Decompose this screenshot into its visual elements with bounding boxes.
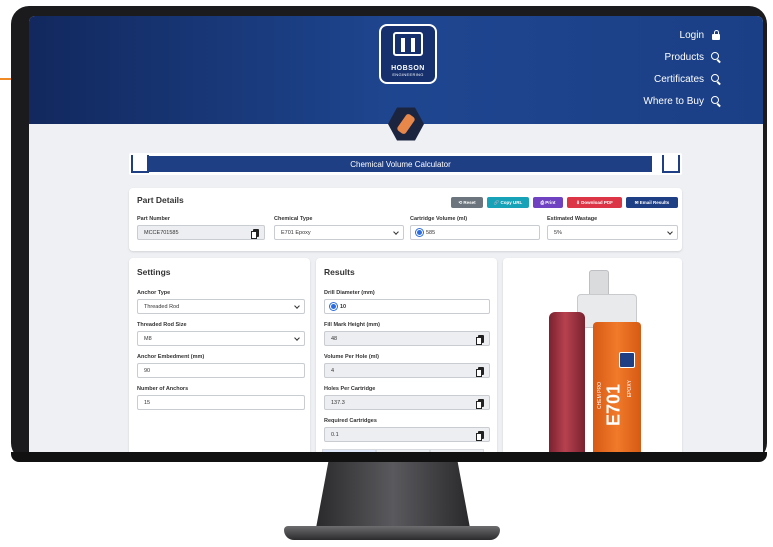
wastage-label: Estimated Wastage (547, 216, 598, 222)
part-number-field[interactable]: MCCE701585 (137, 225, 265, 240)
anchors-label: Number of Anchors (137, 386, 189, 392)
calculator-title: Chemical Volume Calculator (149, 156, 652, 172)
lock-icon (711, 30, 721, 40)
nav-certificates[interactable]: Certificates (654, 72, 721, 86)
search-icon (711, 96, 721, 107)
download-pdf-button[interactable]: ⬇ Download PDF (567, 197, 622, 208)
fill-height-label: Fill Mark Height (mm) (324, 322, 380, 328)
chevron-down-icon (294, 335, 300, 341)
results-card: Results Drill Diameter (mm) 10 Fill Mark… (316, 258, 497, 459)
copy-url-button[interactable]: 🔗 Copy URL (487, 197, 529, 208)
anchors-input[interactable]: 15 (137, 395, 305, 410)
cartridge-volume-label: Cartridge Volume (ml) (410, 216, 468, 222)
chemical-type-label: Chemical Type (274, 216, 313, 222)
copy-icon[interactable] (476, 335, 484, 345)
rod-size-value: M8 (144, 335, 152, 342)
monitor-stand-base (284, 526, 500, 540)
part-number-value: MCCE701585 (144, 229, 179, 236)
anchor-type-label: Anchor Type (137, 290, 171, 296)
hobson-logo[interactable]: HOBSON ENGINEERING (379, 24, 437, 84)
logo-brand-name: HOBSON (391, 65, 425, 72)
site-header: HOBSON ENGINEERING Login Products Certif… (29, 16, 763, 124)
title-bar-logo-icon (131, 155, 149, 173)
copy-icon[interactable] (476, 431, 484, 441)
rod-size-label: Threaded Rod Size (137, 322, 187, 328)
copy-icon[interactable] (476, 367, 484, 377)
copy-icon[interactable] (251, 229, 259, 239)
title-bar-logo-icon (662, 155, 680, 173)
monitor-bezel: HOBSON ENGINEERING Login Products Certif… (11, 6, 767, 461)
part-details-card: Part Details ⟲ Reset 🔗 Copy URL ⎙ Print … (129, 188, 682, 251)
nav-certificates-label: Certificates (653, 73, 704, 85)
radio-selected-icon[interactable] (417, 230, 422, 235)
anchor-type-value: Threaded Rod (144, 303, 180, 310)
copy-icon[interactable] (476, 399, 484, 409)
settings-title: Settings (137, 267, 171, 277)
chevron-down-icon (294, 303, 300, 309)
anchor-type-select[interactable]: Threaded Rod (137, 299, 305, 314)
nav-login-label: Login (679, 29, 704, 41)
email-results-button[interactable]: ✉ Email Results (626, 197, 678, 208)
wastage-select[interactable]: 5% (547, 225, 678, 240)
logo-brand-sub: ENGINEERING (392, 72, 424, 77)
holes-per-cartridge-field[interactable]: 137.3 (324, 395, 490, 410)
settings-card: Settings Anchor Type Threaded Rod Thread… (129, 258, 310, 459)
logo-mark-icon (393, 32, 423, 56)
cartridge-volume-value: 585 (426, 229, 436, 236)
nav-where-to-buy[interactable]: Where to Buy (643, 94, 721, 108)
product-image: E701 CHEM PRO EPOXY (541, 270, 651, 459)
stage: HOBSON ENGINEERING Login Products Certif… (0, 0, 773, 547)
embedment-value: 90 (144, 367, 151, 374)
chemical-type-select[interactable]: E701 Epoxy (274, 225, 404, 240)
chevron-down-icon (393, 229, 399, 235)
drill-diameter-label: Drill Diameter (mm) (324, 290, 375, 296)
part-number-label: Part Number (137, 216, 171, 222)
radio-selected-icon[interactable] (331, 304, 336, 309)
wastage-value: 5% (554, 229, 562, 236)
results-title: Results (324, 267, 355, 277)
calculator-title-bar: Chemical Volume Calculator (129, 153, 682, 175)
holes-per-cartridge-value: 137.3 (331, 399, 345, 406)
fill-height-value: 48 (331, 335, 338, 342)
required-cartridges-field[interactable]: 0.1 (324, 427, 490, 442)
reset-button[interactable]: ⟲ Reset (451, 197, 483, 208)
cartridge-type-label: EPOXY (627, 380, 633, 398)
cartridge-volume-field[interactable]: 585 (410, 225, 540, 240)
volume-per-hole-value: 4 (331, 367, 335, 374)
cartridge-red-tube (549, 312, 585, 459)
volume-per-hole-field[interactable]: 4 (324, 363, 490, 378)
print-button[interactable]: ⎙ Print (533, 197, 563, 208)
cartridge-series-label: CHEM PRO (597, 382, 603, 409)
drill-diameter-value: 10 (340, 303, 347, 310)
chemical-type-value: E701 Epoxy (281, 229, 311, 236)
anchors-value: 15 (144, 399, 151, 406)
drill-diameter-field[interactable]: 10 (324, 299, 490, 314)
required-cartridges-label: Required Cartridges (324, 418, 377, 424)
nav-login[interactable]: Login (680, 28, 721, 42)
monitor-chin (11, 452, 767, 462)
search-icon (711, 52, 721, 63)
embedment-label: Anchor Embedment (mm) (137, 354, 205, 360)
holes-per-cartridge-label: Holes Per Cartridge (324, 386, 376, 392)
embedment-input[interactable]: 90 (137, 363, 305, 378)
fill-height-field[interactable]: 48 (324, 331, 490, 346)
rod-size-select[interactable]: M8 (137, 331, 305, 346)
nav-products[interactable]: Products (665, 50, 721, 64)
main-nav: Login Products Certificates Where to Buy (643, 28, 721, 108)
chevron-down-icon (667, 229, 673, 235)
required-cartridges-value: 0.1 (331, 431, 339, 438)
part-details-title: Part Details (137, 195, 184, 205)
nav-products-label: Products (664, 51, 704, 63)
search-icon (711, 74, 721, 85)
monitor-stand-neck (316, 462, 470, 528)
cartridge-product-label: E701 (603, 383, 624, 427)
product-card: E701 CHEM PRO EPOXY (503, 258, 682, 459)
monitor-screen: HOBSON ENGINEERING Login Products Certif… (29, 16, 763, 459)
nav-where-to-buy-label: Where to Buy (643, 95, 704, 107)
volume-per-hole-label: Volume Per Hole (ml) (324, 354, 379, 360)
